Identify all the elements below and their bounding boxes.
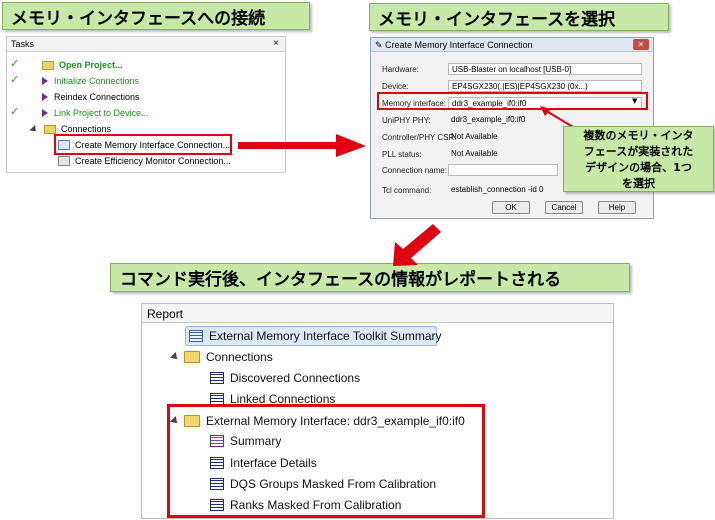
open-project-icon: [42, 60, 54, 70]
callout-select: メモリ・インタフェースを選択: [369, 3, 669, 31]
callout-report: コマンド実行後、インタフェースの情報がレポートされる: [110, 263, 630, 292]
uniphy-value: ddr3_example_if0:if0: [451, 115, 526, 124]
callout-connect: メモリ・インタフェースへの接続: [2, 2, 310, 30]
run-icon: [42, 93, 48, 101]
label-hardware: Hardware:: [382, 65, 419, 74]
folder-icon: [184, 351, 200, 363]
report-item-connections[interactable]: Connections: [170, 348, 273, 366]
label-tcl: Tcl command:: [382, 186, 432, 195]
task-initialize-connections[interactable]: Initialize Connections: [42, 74, 139, 88]
highlight-emif-group: [167, 404, 485, 518]
label-connection-name: Connection name:: [382, 166, 447, 175]
task-open-project[interactable]: Open Project...: [42, 58, 123, 72]
label-device: Device:: [382, 82, 409, 91]
note-multiple-interfaces: 複数のメモリ・インタ フェースが実装された デザインの場合、1つ を選択: [563, 126, 714, 192]
arrow-to-dialog: [238, 134, 366, 157]
label-uniphy: UniPHY PHY:: [382, 116, 431, 125]
label-controller: Controller/PHY CSR:: [382, 133, 457, 142]
task-link-project[interactable]: Link Project to Device...: [42, 106, 149, 120]
report-item-discovered-connections[interactable]: Discovered Connections: [210, 369, 360, 387]
check-icon: ✓: [10, 105, 20, 118]
cancel-button[interactable]: Cancel: [545, 201, 583, 214]
task-create-efficiency-monitor[interactable]: Create Efficiency Monitor Connection...: [58, 154, 231, 168]
run-icon: [42, 77, 48, 85]
close-icon[interactable]: ✕: [633, 39, 649, 50]
tasks-header: Tasks ×: [7, 37, 285, 52]
table-icon: [189, 330, 203, 342]
ok-button[interactable]: OK: [492, 201, 530, 214]
highlight-memory-interface: [377, 92, 648, 110]
controller-value: Not Available: [451, 132, 498, 141]
window-icon: [58, 156, 70, 166]
dialog-titlebar: ✎ Create Memory Interface Connection ✕: [371, 38, 653, 52]
pll-value: Not Available: [451, 149, 498, 158]
connection-name-field[interactable]: [448, 164, 558, 176]
label-pll: PLL status:: [382, 150, 422, 159]
hardware-field[interactable]: USB-Blaster on localhost [USB-0]: [448, 63, 642, 75]
run-icon: [42, 109, 48, 117]
table-icon: [210, 372, 224, 384]
folder-icon: [44, 124, 56, 134]
check-icon: ✓: [10, 73, 20, 86]
report-title: Report: [142, 304, 613, 323]
expand-icon[interactable]: [170, 352, 180, 362]
pencil-icon: ✎: [375, 40, 386, 50]
device-field[interactable]: EP4SGX230(.|ES)|EP4SGX230 (0x...): [448, 80, 642, 92]
report-item-toolkit-summary[interactable]: External Memory Interface Toolkit Summar…: [189, 327, 442, 345]
check-icon: ✓: [10, 57, 20, 70]
expand-icon[interactable]: [29, 124, 39, 134]
arrow-to-report: [393, 224, 441, 266]
tasks-title: Tasks: [11, 39, 35, 49]
close-icon[interactable]: ×: [273, 38, 279, 49]
highlight-create-memory: [54, 134, 232, 155]
task-reindex-connections[interactable]: Reindex Connections: [42, 90, 140, 104]
help-button[interactable]: Help: [598, 201, 636, 214]
